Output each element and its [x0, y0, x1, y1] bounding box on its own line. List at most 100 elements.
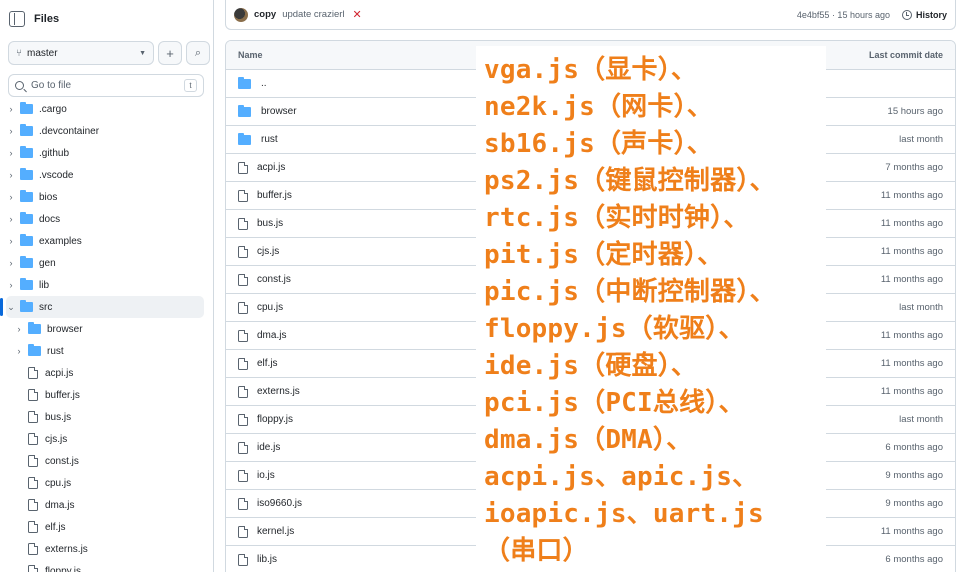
branch-selector[interactable]: ⑂ master ▼ [8, 41, 154, 65]
chevron-right-icon[interactable]: › [14, 346, 24, 356]
chevron-right-icon[interactable]: › [6, 126, 16, 136]
file-name-link[interactable]: cjs.js [257, 246, 279, 257]
x-icon[interactable]: ✕ [353, 8, 362, 21]
tree-item[interactable]: acpi.js [0, 362, 213, 384]
chevron-right-icon[interactable]: › [14, 324, 24, 334]
folder-icon [238, 104, 251, 117]
file-icon [238, 273, 248, 286]
folder-icon [28, 322, 41, 334]
sidebar-toggle-icon[interactable] [9, 11, 25, 27]
chevron-right-icon[interactable]: › [6, 104, 16, 114]
annotation-line: ne2k.js（网卡）、 [484, 92, 713, 122]
file-name-link[interactable]: browser [261, 106, 297, 117]
last-commit-date: 11 months ago [880, 526, 943, 537]
tree-item[interactable]: › browser [0, 318, 213, 340]
go-to-file-placeholder: Go to file [31, 80, 72, 91]
file-icon [238, 413, 248, 426]
file-icon [238, 217, 248, 230]
file-name-link[interactable]: elf.js [257, 358, 278, 369]
tree-item[interactable]: › docs [0, 208, 213, 230]
annotation-line: pci.js（PCI总线）、 [484, 388, 745, 418]
tree-item-label: elf.js [45, 521, 66, 533]
tree-item[interactable]: externs.js [0, 538, 213, 560]
file-name-link[interactable]: iso9660.js [257, 498, 302, 509]
commit-author[interactable]: copy [254, 9, 276, 20]
folder-icon [238, 76, 251, 89]
tree-item[interactable]: › examples [0, 230, 213, 252]
file-icon [28, 499, 38, 511]
chevron-right-icon[interactable]: › [6, 192, 16, 202]
tree-item[interactable]: bus.js [0, 406, 213, 428]
last-commit-date: 7 months ago [885, 162, 943, 173]
file-name-link[interactable]: externs.js [257, 386, 300, 397]
file-icon [238, 189, 248, 202]
chevron-right-icon[interactable]: › [6, 148, 16, 158]
tree-item[interactable]: elf.js [0, 516, 213, 538]
tree-item[interactable]: › .cargo [0, 98, 213, 120]
search-icon [15, 81, 24, 90]
caret-down-icon: ▼ [139, 49, 146, 57]
tree-item-label: .cargo [39, 103, 67, 115]
chevron-right-icon[interactable]: › [6, 170, 16, 180]
file-icon [28, 367, 38, 379]
tree-item[interactable]: › .devcontainer [0, 120, 213, 142]
file-name-link[interactable]: cpu.js [257, 302, 283, 313]
folder-icon [20, 190, 33, 202]
file-name-link[interactable]: io.js [257, 470, 275, 481]
chevron-down-icon[interactable]: ⌄ [6, 302, 16, 313]
chevron-right-icon[interactable]: › [6, 258, 16, 268]
file-name-link[interactable]: ide.js [257, 442, 280, 453]
tree-item[interactable]: › .github [0, 142, 213, 164]
file-name-link[interactable]: lib.js [257, 554, 277, 565]
file-tree-sidebar: Files ⑂ master ▼ + ⌕ Go to file t › .carg… [0, 0, 214, 572]
tree-item[interactable]: cpu.js [0, 472, 213, 494]
add-file-button[interactable]: + [158, 41, 182, 65]
last-commit-date: 9 months ago [885, 498, 943, 509]
tree-item-label: .devcontainer [39, 125, 100, 137]
commit-message[interactable]: update crazierl [282, 9, 344, 20]
tree-item[interactable]: › bios [0, 186, 213, 208]
tree-item[interactable]: › .vscode [0, 164, 213, 186]
tree-item[interactable]: dma.js [0, 494, 213, 516]
last-commit-date: last month [899, 414, 943, 425]
last-commit-date: 6 months ago [885, 442, 943, 453]
go-to-file-input[interactable]: Go to file t [8, 74, 204, 97]
tree-item[interactable]: cjs.js [0, 428, 213, 450]
file-icon [28, 433, 38, 445]
history-button[interactable]: History [901, 9, 947, 20]
tree-item[interactable]: › lib [0, 274, 213, 296]
sidebar-title: Files [34, 13, 60, 25]
file-name-link[interactable]: .. [261, 78, 267, 89]
file-name-link[interactable]: rust [261, 134, 278, 145]
search-button[interactable]: ⌕ [186, 41, 210, 65]
tree-item[interactable]: const.js [0, 450, 213, 472]
file-name-link[interactable]: buffer.js [257, 190, 292, 201]
chevron-right-icon[interactable]: › [6, 280, 16, 290]
last-commit-date: 11 months ago [880, 386, 943, 397]
last-commit-date: last month [899, 134, 943, 145]
file-name-link[interactable]: acpi.js [257, 162, 285, 173]
tree-item[interactable]: › rust [0, 340, 213, 362]
file-name-link[interactable]: kernel.js [257, 526, 294, 537]
file-icon [28, 477, 38, 489]
tree-item[interactable]: ⌄ src [0, 296, 204, 318]
tree-item-label: externs.js [45, 543, 88, 555]
tree-item[interactable]: › gen [0, 252, 213, 274]
tree-item[interactable]: floppy.js [0, 560, 213, 572]
file-name-link[interactable]: floppy.js [257, 414, 293, 425]
chevron-right-icon[interactable]: › [6, 236, 16, 246]
tree-item[interactable]: buffer.js [0, 384, 213, 406]
folder-icon [20, 212, 33, 224]
annotation-line: floppy.js（软驱）、 [484, 314, 745, 344]
chevron-right-icon[interactable]: › [6, 214, 16, 224]
sidebar-header: Files [0, 0, 213, 38]
file-icon [28, 411, 38, 423]
commit-meta[interactable]: 4e4bf55 · 15 hours ago [797, 10, 890, 20]
file-name-link[interactable]: bus.js [257, 218, 283, 229]
tree-item-label: cjs.js [45, 433, 68, 445]
active-marker [0, 298, 3, 316]
file-name-link[interactable]: const.js [257, 274, 291, 285]
file-name-link[interactable]: dma.js [257, 330, 286, 341]
column-date-header: Last commit date [868, 50, 943, 60]
avatar[interactable] [234, 7, 248, 22]
